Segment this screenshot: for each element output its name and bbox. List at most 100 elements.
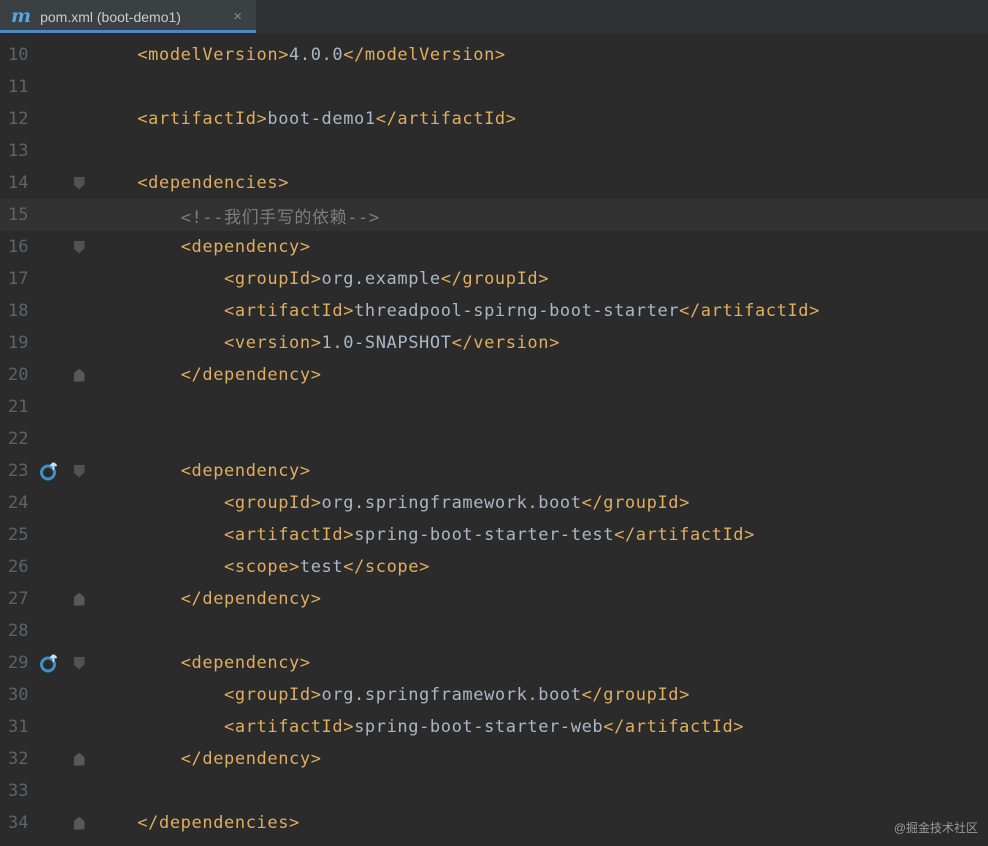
gutter-line-number[interactable]: 31 [0,717,34,737]
code-line[interactable]: 17 <groupId>org.example</groupId> [0,263,988,295]
code-segment-tag: <dependency> [181,237,311,257]
gutter-line-number[interactable]: 16 [0,237,34,257]
gutter-line-number[interactable]: 28 [0,621,34,641]
gutter-line-number[interactable]: 33 [0,781,34,801]
code-line[interactable]: 29 <dependency> [0,647,988,679]
code-segment-tag: </dependency> [181,589,322,609]
gutter-line-number[interactable]: 20 [0,365,34,385]
gutter-line-number[interactable]: 26 [0,557,34,577]
code-line[interactable]: 20 </dependency> [0,359,988,391]
fold-marker-start-icon[interactable] [74,465,85,478]
gutter-fold-column [64,177,94,190]
gutter-line-number[interactable]: 25 [0,525,34,545]
gutter-line-number[interactable]: 22 [0,429,34,449]
dependency-nav-icon[interactable] [39,461,59,481]
code-line[interactable]: 31 <artifactId>spring-boot-starter-web</… [0,711,988,743]
code-line[interactable]: 32 </dependency> [0,743,988,775]
code-segment-tag: <modelVersion> [137,45,289,65]
code-line[interactable]: 26 <scope>test</scope> [0,551,988,583]
maven-icon: m [11,7,31,26]
code-text: </dependency> [94,749,988,769]
gutter-line-number[interactable]: 17 [0,269,34,289]
gutter-line-number[interactable]: 32 [0,749,34,769]
code-segment-tag: <dependencies> [137,173,289,193]
gutter-fold-column [64,465,94,478]
gutter-line-number[interactable]: 21 [0,397,34,417]
code-segment-tag: </artifactId> [614,525,755,545]
code-segment-tag: </scope> [343,557,430,577]
code-segment-tag: </dependencies> [137,813,300,833]
code-segment-val: threadpool-spirng-boot-starter [354,301,679,321]
gutter-line-number[interactable]: 19 [0,333,34,353]
fold-marker-end-icon[interactable] [74,593,85,606]
fold-marker-start-icon[interactable] [74,241,85,254]
code-editor[interactable]: 10 <modelVersion>4.0.0</modelVersion> 11 1… [0,33,988,846]
code-segment-tag: <artifactId> [137,109,267,129]
code-line[interactable]: 23 <dependency> [0,455,988,487]
code-line[interactable]: 25 <artifactId>spring-boot-starter-test<… [0,519,988,551]
code-segment-val: spring-boot-starter-web [354,717,603,737]
gutter-line-number[interactable]: 11 [0,77,34,97]
code-line[interactable]: 11 [0,71,988,103]
code-segment-tag: <groupId> [224,685,322,705]
gutter-line-number[interactable]: 12 [0,109,34,129]
code-line[interactable]: 27 </dependency> [0,583,988,615]
code-line[interactable]: 15 <!--我们手写的依赖--> [0,199,988,231]
code-line[interactable]: 19 <version>1.0-SNAPSHOT</version> [0,327,988,359]
code-segment-tag: <dependency> [181,461,311,481]
code-line[interactable]: 24 <groupId>org.springframework.boot</gr… [0,487,988,519]
code-segment-val: org.example [322,269,441,289]
code-line[interactable]: 18 <artifactId>threadpool-spirng-boot-st… [0,295,988,327]
code-text: <groupId>org.example</groupId> [94,269,988,289]
code-segment-tag: </dependency> [181,749,322,769]
fold-marker-end-icon[interactable] [74,369,85,382]
gutter-line-number[interactable]: 15 [0,205,34,225]
code-line[interactable]: 13 [0,135,988,167]
code-text: <dependency> [94,653,988,673]
code-segment-tag: </artifactId> [679,301,820,321]
code-line[interactable]: 22 [0,423,988,455]
code-text: <version>1.0-SNAPSHOT</version> [94,333,988,353]
code-segment-tag: <version> [224,333,322,353]
code-line[interactable]: 14 <dependencies> [0,167,988,199]
code-segment-val: org.springframework.boot [322,685,582,705]
gutter-line-number[interactable]: 24 [0,493,34,513]
code-line[interactable]: 34 </dependencies> [0,807,988,839]
fold-marker-start-icon[interactable] [74,657,85,670]
code-segment-val: org.springframework.boot [322,493,582,513]
editor-lines: 10 <modelVersion>4.0.0</modelVersion> 11 1… [0,39,988,839]
code-line[interactable]: 12 <artifactId>boot-demo1</artifactId> [0,103,988,135]
code-line[interactable]: 10 <modelVersion>4.0.0</modelVersion> [0,39,988,71]
gutter-fold-column [64,241,94,254]
code-text: <artifactId>threadpool-spirng-boot-start… [94,301,988,321]
gutter-line-number[interactable]: 30 [0,685,34,705]
gutter-line-number[interactable]: 18 [0,301,34,321]
fold-marker-end-icon[interactable] [74,753,85,766]
code-segment-comment: <!--我们手写的依赖--> [181,208,380,228]
code-segment-tag: </artifactId> [376,109,517,129]
tab-pom-xml[interactable]: m pom.xml (boot-demo1) × [0,0,256,33]
gutter-line-number[interactable]: 23 [0,461,34,481]
code-line[interactable]: 21 [0,391,988,423]
code-text: <modelVersion>4.0.0</modelVersion> [94,45,988,65]
gutter-fold-column [64,817,94,830]
dependency-nav-icon[interactable] [39,653,59,673]
fold-marker-end-icon[interactable] [74,817,85,830]
gutter-line-number[interactable]: 14 [0,173,34,193]
gutter-line-number[interactable]: 13 [0,141,34,161]
code-text: </dependency> [94,589,988,609]
tab-close-icon[interactable]: × [233,8,242,25]
code-segment-tag: <artifactId> [224,525,354,545]
code-segment-tag: <artifactId> [224,301,354,321]
code-line[interactable]: 30 <groupId>org.springframework.boot</gr… [0,679,988,711]
code-text: <artifactId>spring-boot-starter-web</art… [94,717,988,737]
gutter-line-number[interactable]: 10 [0,45,34,65]
gutter-line-number[interactable]: 34 [0,813,34,833]
fold-marker-start-icon[interactable] [74,177,85,190]
code-line[interactable]: 16 <dependency> [0,231,988,263]
code-segment-tag: </modelVersion> [343,45,506,65]
code-line[interactable]: 33 [0,775,988,807]
code-line[interactable]: 28 [0,615,988,647]
gutter-line-number[interactable]: 27 [0,589,34,609]
gutter-line-number[interactable]: 29 [0,653,34,673]
